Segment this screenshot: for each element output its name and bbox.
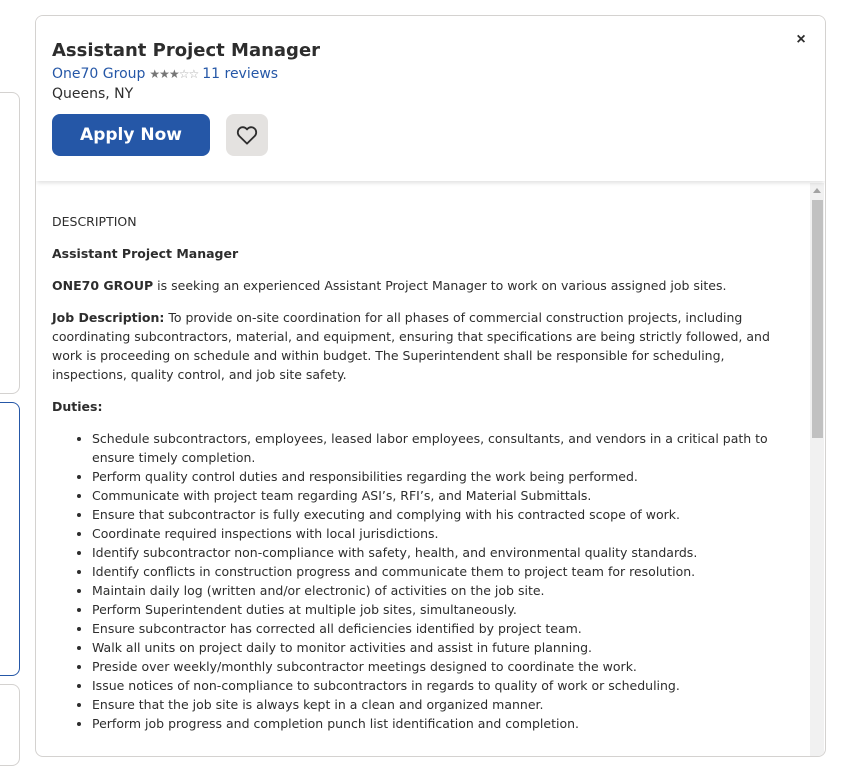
duties-list: Schedule subcontractors, employees, leas…: [52, 429, 776, 733]
duty-item: Ensure subcontractor has corrected all d…: [92, 619, 776, 638]
description-heading-text: Assistant Project Manager: [52, 246, 239, 261]
duty-item: Schedule subcontractors, employees, leas…: [92, 429, 776, 467]
job-header: Assistant Project Manager × One70 Group …: [36, 16, 825, 181]
duty-item: Preside over weekly/monthly subcontracto…: [92, 657, 776, 676]
job-description: DESCRIPTION Assistant Project Manager ON…: [52, 181, 776, 733]
duty-item: Coordinate required inspections with loc…: [92, 524, 776, 543]
background-job-card-selected[interactable]: [0, 402, 20, 676]
star-icon: ★: [168, 67, 180, 81]
star-outline-icon: ☆: [178, 67, 190, 81]
duty-item: Perform quality control duties and respo…: [92, 467, 776, 486]
job-description-label: Job Description:: [52, 310, 165, 325]
duty-item: Perform job progress and completion punc…: [92, 714, 776, 733]
job-description-scroll[interactable]: DESCRIPTION Assistant Project Manager ON…: [36, 181, 825, 756]
duties-heading: Duties:: [52, 397, 776, 416]
intro-paragraph: ONE70 GROUP is seeking an experienced As…: [52, 276, 776, 295]
reviews-link[interactable]: 11 reviews: [202, 66, 278, 82]
duty-item: Communicate with project team regarding …: [92, 486, 776, 505]
save-job-button[interactable]: [226, 114, 268, 156]
scrollbar[interactable]: [810, 183, 824, 756]
job-description-paragraph: Job Description: To provide on-site coor…: [52, 308, 776, 384]
close-button[interactable]: ×: [791, 30, 811, 50]
duty-item: Ensure that subcontractor is fully execu…: [92, 505, 776, 524]
intro-company: ONE70 GROUP: [52, 278, 154, 293]
duties-label: Duties:: [52, 399, 103, 414]
star-icon: ★: [149, 67, 160, 81]
job-details-panel: Assistant Project Manager × One70 Group …: [35, 15, 826, 757]
duty-item: Ensure that the job site is always kept …: [92, 695, 776, 714]
background-job-card[interactable]: [0, 92, 20, 394]
description-label: DESCRIPTION: [52, 214, 137, 229]
duty-item: Perform Superintendent duties at multipl…: [92, 600, 776, 619]
star-icon: ★: [159, 67, 170, 81]
apply-now-button[interactable]: Apply Now: [52, 114, 210, 156]
scrollbar-thumb[interactable]: [812, 200, 823, 438]
scroll-up-arrow-icon[interactable]: [813, 188, 821, 193]
heart-icon: [236, 125, 258, 145]
job-location: Queens, NY: [52, 86, 134, 102]
intro-text: is seeking an experienced Assistant Proj…: [153, 278, 727, 293]
description-heading: Assistant Project Manager: [52, 244, 776, 263]
star-outline-icon: ☆: [188, 67, 199, 81]
company-link[interactable]: One70 Group: [52, 66, 145, 82]
company-line: One70 Group ★★★☆☆ 11 reviews: [52, 66, 278, 82]
duty-item: Identify subcontractor non-compliance wi…: [92, 543, 776, 562]
duty-item: Identify conflicts in construction progr…: [92, 562, 776, 581]
rating-stars: ★★★☆☆: [149, 67, 199, 81]
duty-item: Maintain daily log (written and/or elect…: [92, 581, 776, 600]
background-job-card[interactable]: [0, 684, 20, 766]
duty-item: Walk all units on project daily to monit…: [92, 638, 776, 657]
duty-item: Issue notices of non-compliance to subco…: [92, 676, 776, 695]
job-title: Assistant Project Manager: [52, 40, 321, 61]
